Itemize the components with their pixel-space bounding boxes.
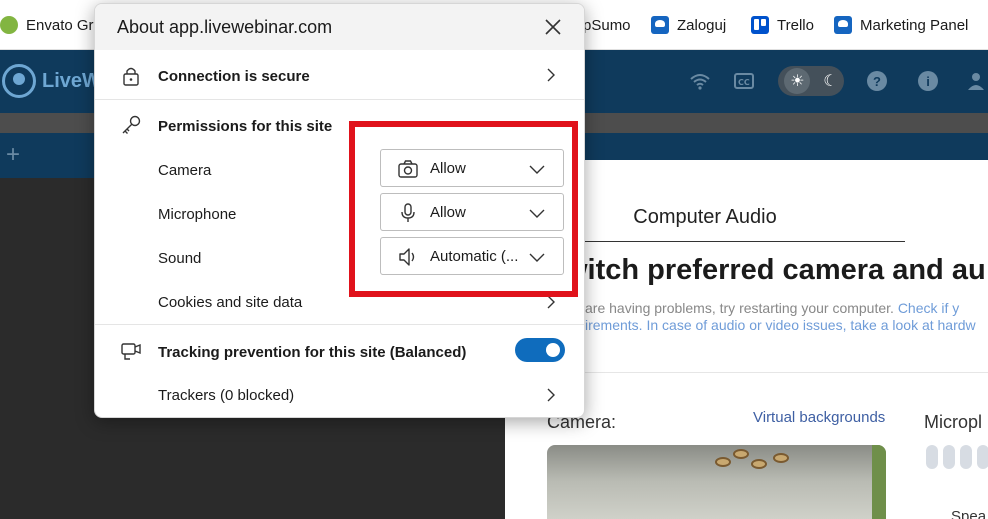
chevron-right-icon [547, 388, 555, 402]
theme-toggle[interactable]: ☀ ☾ [778, 66, 844, 96]
cookies-label: Cookies and site data [158, 294, 303, 311]
trackers-label: Trackers (0 blocked) [158, 387, 295, 404]
camera-preview [547, 445, 886, 519]
livewebinar-icon [834, 16, 852, 34]
trackers-row[interactable]: Trackers (0 blocked) [95, 372, 584, 416]
trello-icon [751, 16, 769, 34]
check-link[interactable]: Check if y [898, 300, 959, 316]
cookies-row[interactable]: Cookies and site data [95, 280, 584, 324]
sun-icon: ☀ [784, 68, 811, 94]
tab-underline [575, 241, 905, 242]
connection-row[interactable]: Connection is secure [95, 50, 584, 100]
microphone-icon [401, 203, 415, 222]
sound-permission-label: Sound [158, 250, 202, 267]
svg-text:CC: CC [738, 78, 750, 87]
chevron-down-icon [529, 165, 545, 174]
bookmark-label: Trello [777, 16, 814, 34]
livewebinar-icon [651, 16, 669, 34]
envato-icon [0, 16, 18, 34]
site-info-popup: About app.livewebinar.com Connection is … [94, 3, 585, 418]
wifi-icon[interactable] [689, 70, 711, 92]
sound-permission-value: Automatic (... [430, 248, 519, 265]
close-button[interactable] [542, 16, 564, 38]
camera-permission-select[interactable]: Allow [380, 149, 564, 187]
separator [95, 324, 584, 325]
speaker-label: Spea [951, 508, 987, 519]
help-text: are having problems, try restarting your… [585, 300, 988, 334]
app-logo[interactable]: LiveW [2, 64, 101, 98]
chevron-down-icon [529, 253, 545, 262]
lock-icon [123, 67, 139, 86]
mic-level-meter [926, 445, 988, 469]
bookmark-trello[interactable]: Trello [751, 0, 814, 50]
captions-icon[interactable]: CC [733, 70, 755, 92]
separator [95, 99, 584, 100]
virtual-backgrounds-link[interactable]: Virtual backgrounds [753, 409, 885, 426]
help-text-line1: are having problems, try restarting your… [585, 300, 898, 316]
camera-icon [398, 160, 418, 178]
info-icon[interactable]: i [917, 70, 939, 92]
panel-headline: witch preferred camera and au [565, 254, 986, 286]
hardware-link[interactable]: irements. In case of audio or video issu… [585, 317, 976, 333]
key-icon [122, 115, 141, 134]
tracking-prevention-toggle[interactable] [515, 338, 565, 362]
camera-permission-label: Camera [158, 162, 212, 179]
microphone-permission-label: Microphone [158, 206, 237, 223]
logo-text: LiveW [42, 69, 101, 92]
add-user-icon[interactable] [966, 70, 988, 92]
add-tab-button[interactable]: + [6, 143, 20, 167]
chevron-down-icon [529, 209, 545, 218]
tracking-prevention-label: Tracking prevention for this site (Balan… [158, 344, 467, 361]
bookmark-appsumo[interactable]: pSumo [583, 0, 631, 50]
close-icon [545, 19, 561, 35]
popup-header: About app.livewebinar.com [95, 4, 584, 50]
bookmark-label: Marketing Panel [860, 16, 969, 34]
logo-icon [2, 64, 36, 98]
bookmark-marketing-panel[interactable]: Marketing Panel [834, 0, 968, 50]
popup-title: About app.livewebinar.com [117, 17, 333, 37]
bookmark-zaloguj[interactable]: Zaloguj [651, 0, 726, 50]
chevron-right-icon [547, 295, 555, 309]
moon-icon: ☾ [823, 73, 838, 90]
microphone-permission-select[interactable]: Allow [380, 193, 564, 231]
microphone-permission-value: Allow [430, 204, 466, 221]
connection-label: Connection is secure [158, 68, 310, 85]
help-icon[interactable]: ? [866, 70, 888, 92]
bookmark-label: pSumo [583, 16, 631, 34]
bookmark-label: Zaloguj [677, 16, 727, 34]
sound-permission-select[interactable]: Automatic (... [380, 237, 564, 275]
camera-permission-value: Allow [430, 160, 466, 177]
chevron-right-icon [547, 68, 555, 82]
permissions-header: Permissions for this site [158, 118, 333, 135]
tracking-prevention-icon [121, 343, 141, 360]
microphone-label: Micropl [924, 412, 983, 432]
speaker-icon [399, 248, 415, 266]
